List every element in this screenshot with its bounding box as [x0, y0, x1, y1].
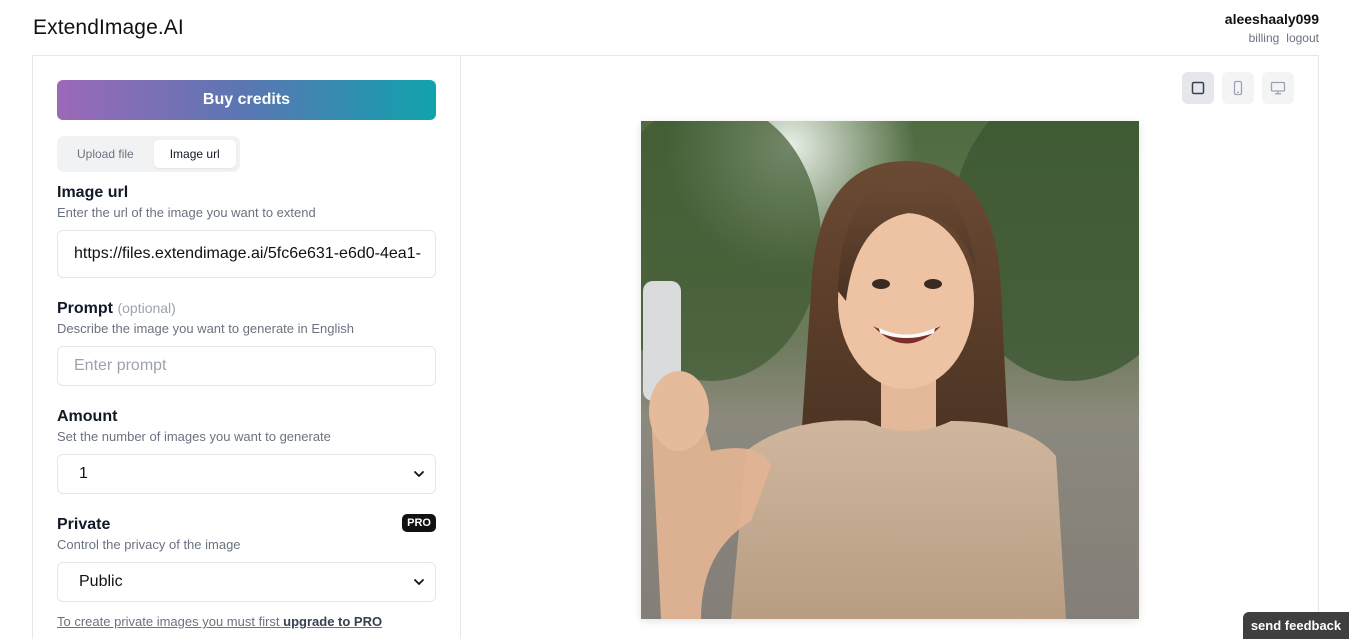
- prompt-label-text: Prompt: [57, 300, 113, 317]
- amount-selected-value: 1: [79, 465, 88, 482]
- account-links: billing logout: [1225, 31, 1319, 45]
- private-help: Control the privacy of the image: [57, 537, 241, 552]
- prompt-help: Describe the image you want to generate …: [57, 321, 355, 336]
- app-logo[interactable]: ExtendImage.AI: [33, 16, 184, 40]
- prompt-input[interactable]: Enter prompt: [57, 346, 436, 386]
- pro-badge: PRO: [402, 514, 436, 532]
- phone-icon: [1233, 80, 1243, 96]
- upgrade-to-pro-link[interactable]: upgrade to PRO: [283, 614, 382, 629]
- amount-help: Set the number of images you want to gen…: [57, 429, 331, 444]
- view-mode-toolbar: [1182, 72, 1294, 104]
- privacy-selected-value: Public: [79, 573, 123, 590]
- portrait-view-button[interactable]: [1222, 72, 1254, 104]
- logout-link[interactable]: logout: [1286, 31, 1319, 45]
- source-tabs: Upload file Image url: [57, 136, 240, 172]
- image-url-help: Enter the url of the image you want to e…: [57, 205, 316, 220]
- upgrade-note-text: To create private images you must first: [57, 614, 280, 629]
- private-label: Private: [57, 516, 111, 533]
- amount-label: Amount: [57, 408, 118, 425]
- tab-upload-file[interactable]: Upload file: [61, 140, 150, 168]
- privacy-select[interactable]: Public: [57, 562, 436, 602]
- settings-panel: Buy credits Upload file Image url Image …: [57, 80, 436, 629]
- chevron-down-icon: [414, 471, 424, 477]
- monitor-icon: [1270, 81, 1286, 95]
- private-field: Private PRO Control the privacy of the i…: [57, 514, 436, 602]
- landscape-view-button[interactable]: [1262, 72, 1294, 104]
- chevron-down-icon: [414, 579, 424, 585]
- send-feedback-button[interactable]: send feedback: [1243, 612, 1349, 639]
- upgrade-note: To create private images you must first …: [57, 614, 382, 629]
- selfie-photo-illustration: [641, 121, 1139, 619]
- buy-credits-button[interactable]: Buy credits: [57, 80, 436, 120]
- preview-image: [641, 121, 1139, 619]
- square-view-button[interactable]: [1182, 72, 1214, 104]
- image-url-input[interactable]: https://files.extendimage.ai/5fc6e631-e6…: [57, 230, 436, 278]
- prompt-optional-tag: (optional): [117, 300, 176, 316]
- username: aleeshaaly099: [1224, 11, 1319, 27]
- amount-select[interactable]: 1: [57, 454, 436, 494]
- image-url-label: Image url: [57, 184, 129, 201]
- prompt-label: Prompt (optional): [57, 300, 436, 318]
- amount-field: Amount Set the number of images you want…: [57, 408, 436, 494]
- tab-image-url[interactable]: Image url: [153, 140, 236, 168]
- panel-divider: [460, 55, 461, 639]
- prompt-field: Prompt (optional) Describe the image you…: [57, 300, 436, 386]
- billing-link[interactable]: billing: [1249, 31, 1280, 45]
- user-menu: aleeshaaly099 billing logout: [1225, 11, 1319, 45]
- image-url-field: Image url Enter the url of the image you…: [57, 184, 436, 278]
- square-icon: [1191, 81, 1205, 95]
